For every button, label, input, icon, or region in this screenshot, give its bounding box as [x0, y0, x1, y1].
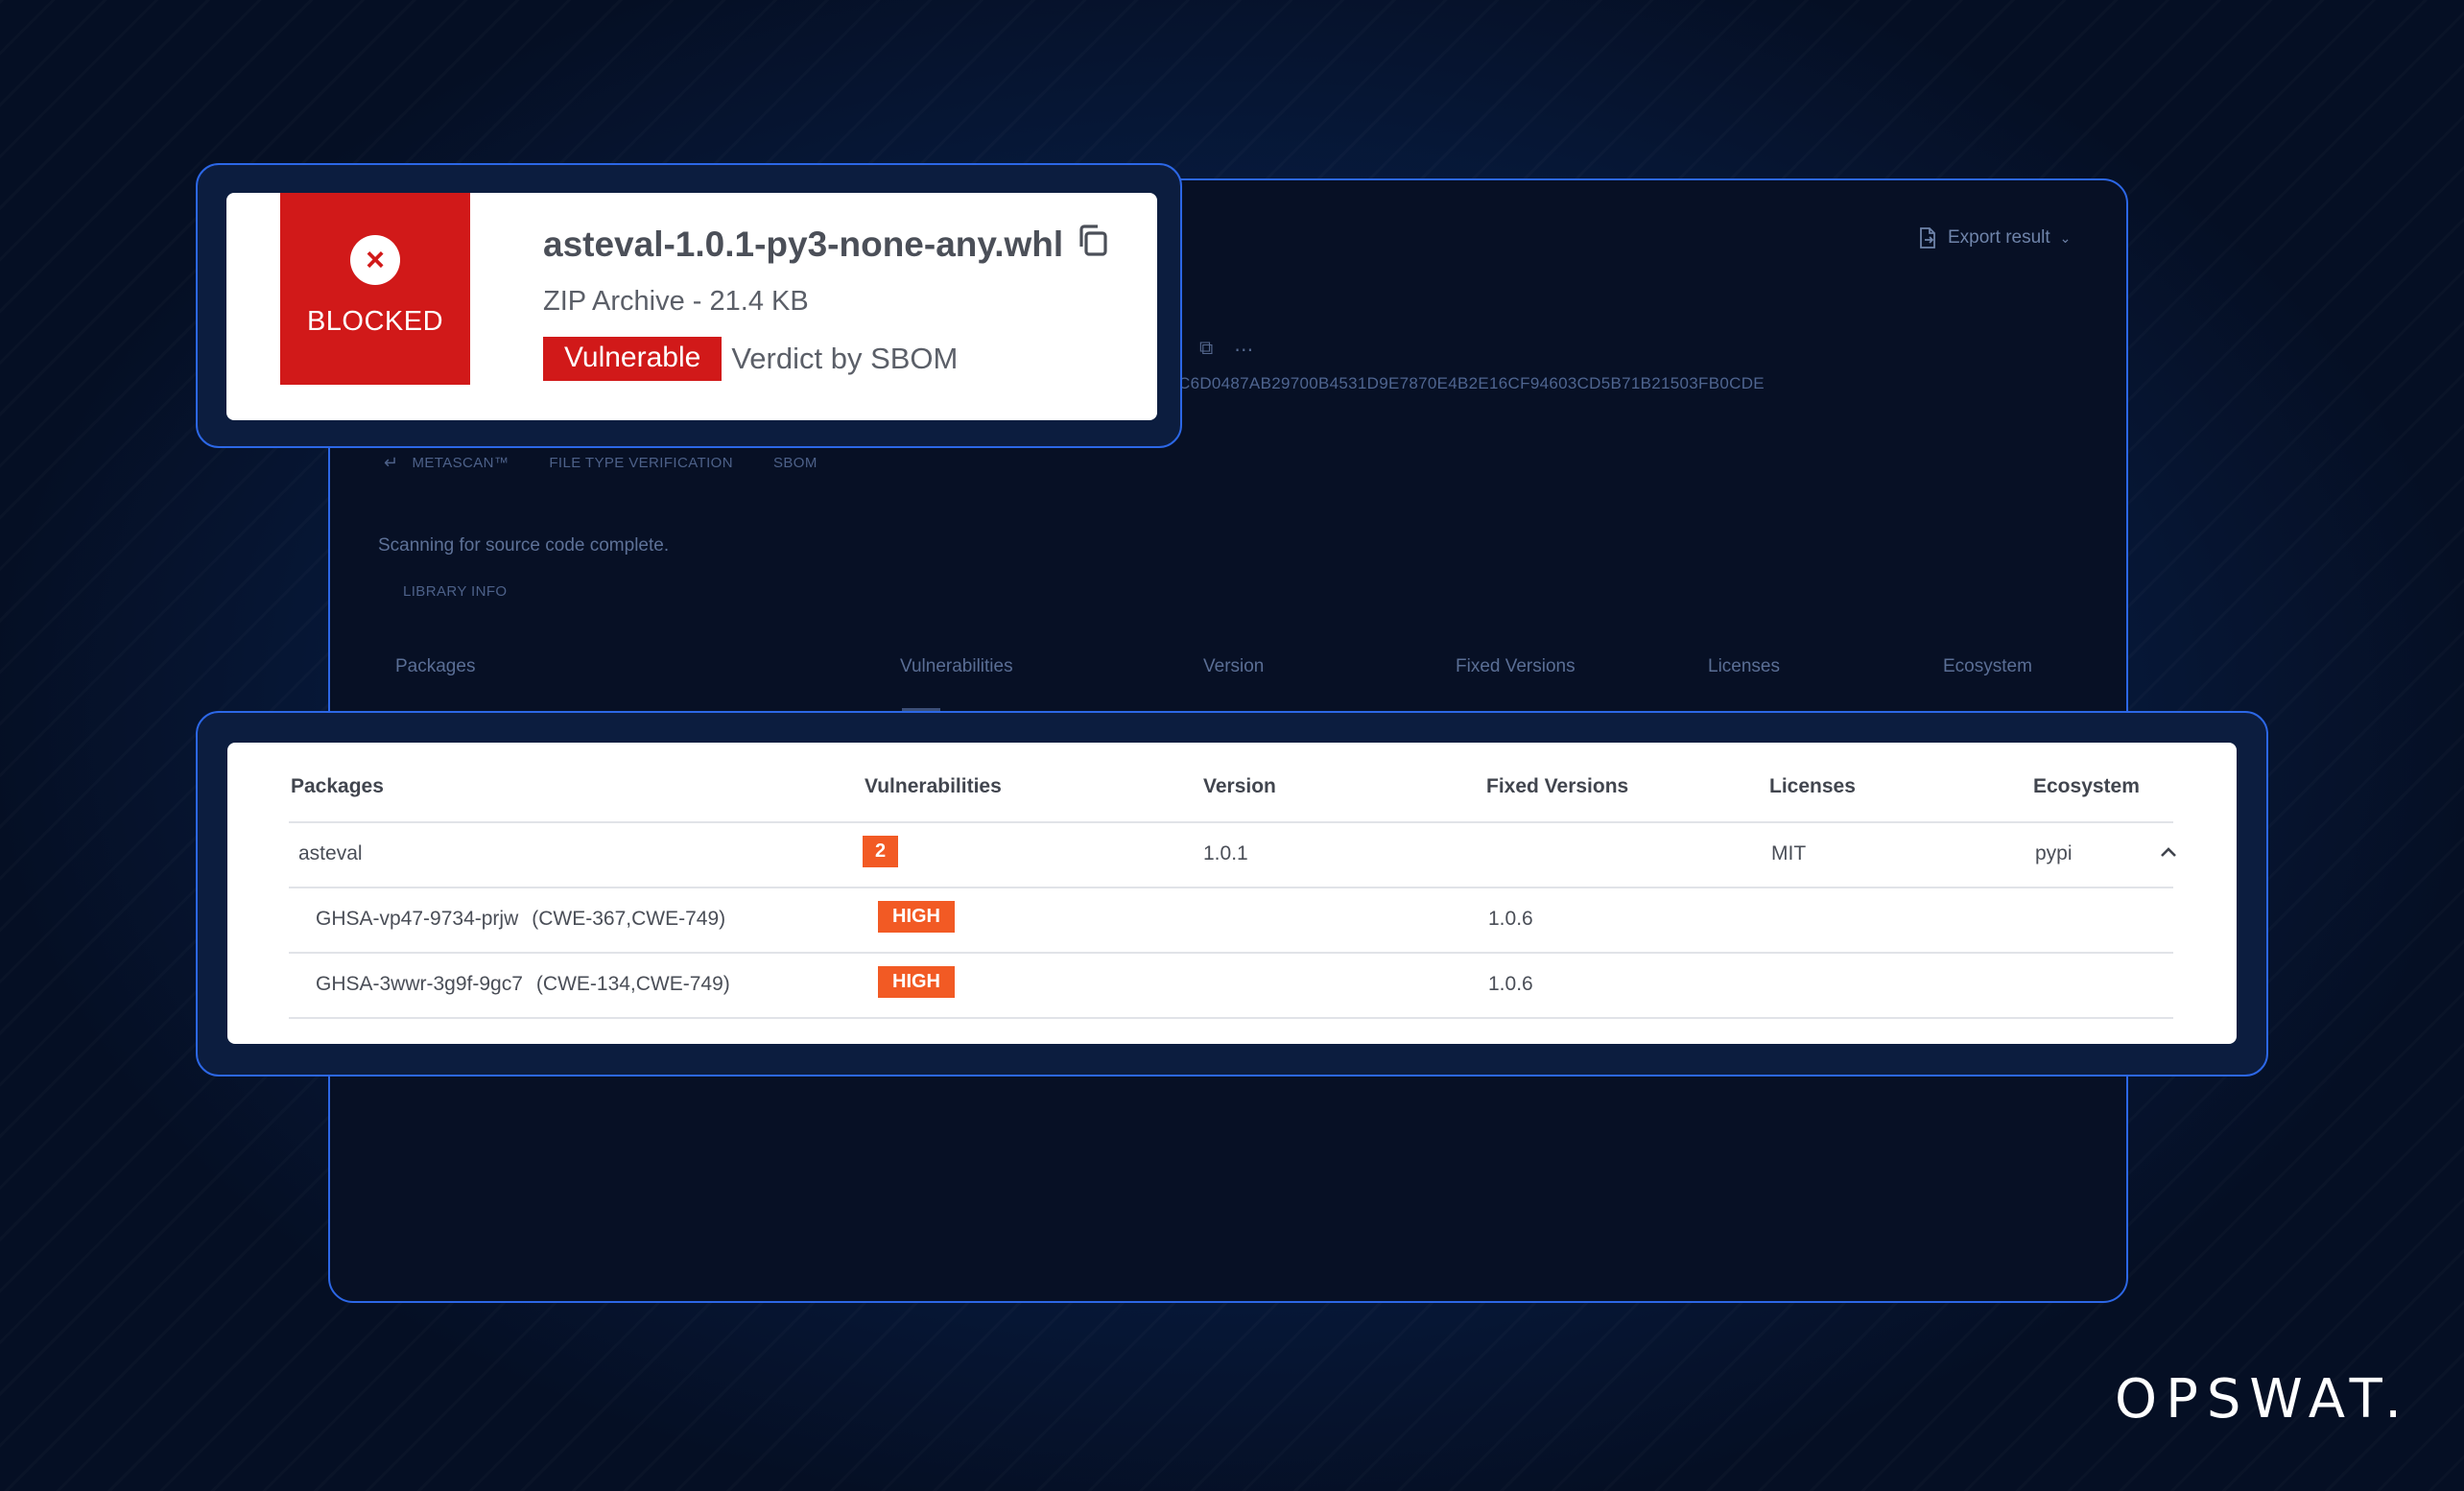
package-ecosystem: pypi	[2035, 842, 2073, 864]
copy-icon[interactable]	[1075, 222, 1111, 267]
header-vulnerabilities[interactable]: Vulnerabilities	[865, 775, 1002, 798]
export-result-label: Export result	[1948, 227, 2050, 248]
vulnerability-id-text: GHSA-3wwr-3g9f-9gc7	[316, 973, 523, 995]
file-name: asteval-1.0.1-py3-none-any.whl	[543, 222, 1111, 267]
file-verdict-card: × BLOCKED asteval-1.0.1-py3-none-any.whl…	[226, 193, 1157, 420]
severity-badge: HIGH	[878, 901, 955, 933]
bg-header-licenses[interactable]: Licenses	[1708, 656, 1780, 677]
fixed-version: 1.0.6	[1488, 973, 1533, 995]
chevron-up-icon[interactable]	[2158, 844, 2179, 864]
header-packages[interactable]: Packages	[291, 775, 384, 798]
blocked-status-box: × BLOCKED	[280, 193, 470, 385]
table-row-vulnerability[interactable]: GHSA-3wwr-3g9f-9gc7 (CWE-134,CWE-749) HIG…	[289, 954, 2173, 1019]
table-header-row: Packages Vulnerabilities Version Fixed V…	[289, 743, 2173, 823]
background-table-header: Packages Vulnerabilities Version Fixed V…	[330, 656, 2126, 695]
opswat-logo: OPSWAT.	[2115, 1368, 2411, 1431]
verdict-source: Verdict by SBOM	[731, 342, 959, 375]
breadcrumb: ↵ METASCAN™ FILE TYPE VERIFICATION SBOM	[384, 453, 817, 473]
blocked-label: BLOCKED	[306, 306, 444, 337]
more-options-icon[interactable]: ⋯	[1234, 338, 1253, 362]
header-version[interactable]: Version	[1203, 775, 1276, 798]
package-license: MIT	[1771, 842, 1807, 864]
header-ecosystem[interactable]: Ecosystem	[2033, 775, 2140, 798]
vulnerable-badge: Vulnerable	[543, 337, 723, 381]
package-name: asteval	[298, 842, 363, 864]
table-row-package[interactable]: asteval 2 1.0.1 MIT pypi	[289, 823, 2176, 888]
header-fixed-versions[interactable]: Fixed Versions	[1486, 775, 1628, 798]
cwe-list: (CWE-134,CWE-749)	[535, 973, 730, 995]
cwe-list: (CWE-367,CWE-749)	[532, 908, 726, 930]
file-type-size: ZIP Archive - 21.4 KB	[543, 286, 809, 317]
breadcrumb-metascan[interactable]: ↵ METASCAN™	[384, 453, 509, 473]
library-info-tab[interactable]: LIBRARY INFO	[403, 583, 507, 600]
bg-header-fixed-versions[interactable]: Fixed Versions	[1456, 656, 1576, 677]
export-result-button[interactable]: Export result ⌄	[1917, 226, 2071, 249]
export-file-icon	[1920, 227, 1935, 248]
close-circle-icon: ×	[350, 235, 400, 285]
vulnerability-id-text: GHSA-vp47-9734-prjw	[316, 908, 519, 930]
severity-badge: HIGH	[878, 966, 955, 998]
file-name-text: asteval-1.0.1-py3-none-any.whl	[543, 224, 1064, 264]
scan-status-text: Scanning for source code complete.	[378, 535, 670, 556]
vulnerability-id: GHSA-vp47-9734-prjw (CWE-367,CWE-749)	[316, 908, 725, 931]
header-licenses[interactable]: Licenses	[1769, 775, 1856, 798]
breadcrumb-sbom[interactable]: SBOM	[773, 453, 817, 473]
bg-header-version[interactable]: Version	[1203, 656, 1264, 677]
vulnerability-id: GHSA-3wwr-3g9f-9gc7 (CWE-134,CWE-749)	[316, 973, 730, 996]
chevron-down-icon: ⌄	[2059, 229, 2072, 246]
copy-icon[interactable]: ⧉	[1199, 338, 1213, 362]
vulnerability-count-badge: 2	[863, 836, 899, 867]
table-row-vulnerability[interactable]: GHSA-vp47-9734-prjw (CWE-367,CWE-749) HIG…	[289, 888, 2173, 954]
file-hash: C6D0487AB29700B4531D9E7870E4B2E16CF94603…	[1178, 374, 1765, 392]
fixed-version: 1.0.6	[1488, 908, 1533, 930]
verdict-row: Vulnerable Verdict by SBOM	[543, 337, 958, 381]
back-arrow-icon[interactable]: ↵	[384, 453, 398, 473]
vulnerability-table: Packages Vulnerabilities Version Fixed V…	[227, 743, 2237, 1044]
breadcrumb-file-type-verification[interactable]: FILE TYPE VERIFICATION	[549, 453, 733, 473]
package-version: 1.0.1	[1203, 842, 1248, 864]
bg-header-ecosystem[interactable]: Ecosystem	[1943, 656, 2032, 677]
bg-header-packages[interactable]: Packages	[395, 656, 475, 677]
bg-header-vulnerabilities[interactable]: Vulnerabilities	[900, 656, 1013, 677]
